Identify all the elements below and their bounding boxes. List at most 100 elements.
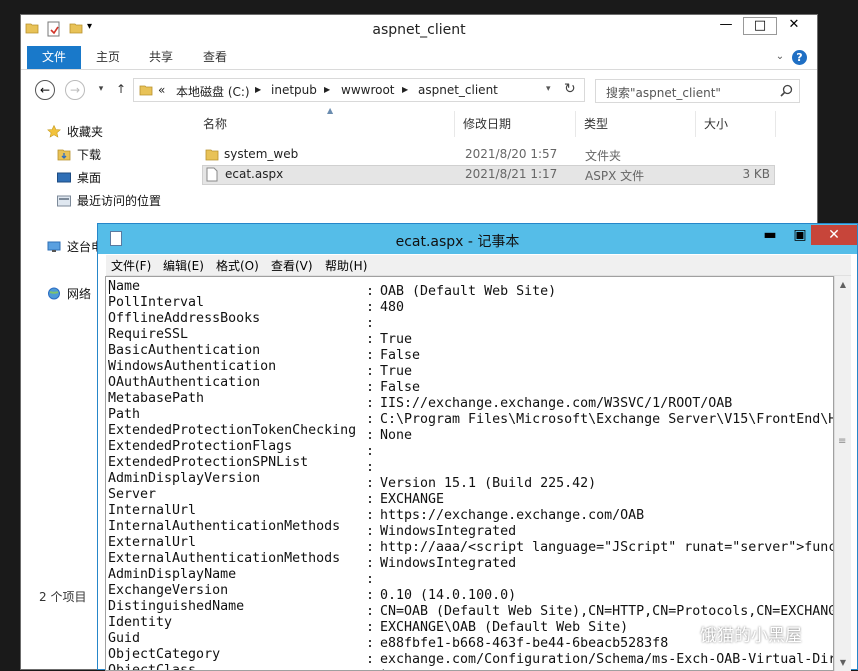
column-header-type[interactable]: 类型 — [576, 111, 696, 137]
menu-help[interactable]: 帮助(H) — [325, 257, 367, 274]
text-line: Name: OAB (Default Web Site) — [108, 279, 833, 299]
vertical-scrollbar[interactable]: ▲ ≡ ▼ — [834, 276, 851, 671]
chevron-right-icon[interactable]: ▶ — [402, 85, 408, 94]
search-icon[interactable] — [780, 84, 793, 100]
tab-file[interactable]: 文件 — [27, 46, 81, 69]
menu-file[interactable]: 文件(F) — [111, 257, 151, 274]
scroll-down-icon[interactable]: ▼ — [835, 654, 851, 671]
nav-item-favorites[interactable]: 收藏夹 — [47, 123, 103, 140]
property-name: InternalUrl — [108, 503, 197, 518]
property-name: Guid — [108, 631, 141, 646]
column-header-date[interactable]: 修改日期 — [455, 111, 576, 137]
breadcrumb-drive[interactable]: 本地磁盘 (C:) — [176, 83, 250, 100]
nav-item-this-pc[interactable]: 这台电 — [47, 238, 103, 255]
chevron-right-icon[interactable]: ▶ — [324, 85, 330, 94]
watermark-text: 饿猫的小黑屋 — [700, 626, 802, 646]
text-line: WindowsAuthentication: True — [108, 359, 833, 379]
help-icon[interactable]: ? — [792, 50, 807, 65]
property-name: ExtendedProtectionFlags — [108, 439, 293, 454]
tab-view[interactable]: 查看 — [194, 46, 236, 69]
back-button[interactable]: ← — [35, 80, 55, 100]
property-name: RequireSSL — [108, 327, 189, 342]
property-name: WindowsAuthentication — [108, 359, 277, 374]
file-list: ▲ 名称 修改日期 类型 大小 system_web 2021/8/20 1:5… — [187, 106, 787, 191]
file-size: 3 KB — [742, 167, 770, 181]
search-box[interactable]: 搜索"aspnet_client" — [595, 79, 800, 103]
property-name: AdminDisplayName — [108, 567, 237, 582]
watermark: 饿猫的小黑屋 — [672, 621, 802, 646]
text-line: AdminDisplayVersion: Version 15.1 (Build … — [108, 471, 833, 491]
maximize-button[interactable]: □ — [743, 17, 777, 35]
property-name: ObjectCategory — [108, 647, 221, 662]
property-name: ExternalAuthenticationMethods — [108, 551, 341, 566]
up-button[interactable]: ↑ — [111, 80, 131, 100]
nav-item-recent-places[interactable]: 最近访问的位置 — [57, 192, 161, 209]
editor-content[interactable]: Name: OAB (Default Web Site) PollInterval:… — [108, 279, 833, 670]
nav-item-downloads[interactable]: 下载 — [57, 146, 101, 163]
property-name: Name — [108, 279, 141, 294]
column-header-name[interactable]: 名称 — [195, 111, 455, 137]
property-name: ExchangeVersion — [108, 583, 229, 598]
notepad-title: ecat.aspx - 记事本 — [395, 234, 520, 250]
breadcrumb-wwwroot[interactable]: wwwroot — [341, 83, 395, 97]
text-line: MetabasePath: IIS://exchange.exchange.com… — [108, 391, 833, 411]
text-line: InternalUrl: https://exchange.exchange.co… — [108, 503, 833, 523]
minimize-button[interactable]: — — [709, 15, 743, 37]
notepad-titlebar[interactable]: ecat.aspx - 记事本 ▬ ▣ ✕ — [98, 224, 857, 254]
file-row[interactable]: system_web 2021/8/20 1:57 文件夹 — [202, 145, 775, 165]
text-line: DistinguishedName: CN=OAB (Default Web Si… — [108, 599, 833, 619]
column-header-size[interactable]: 大小 — [696, 111, 776, 137]
breadcrumb-inetpub[interactable]: inetpub — [271, 83, 317, 97]
navigation-bar: ← → ▾ ↑ « 本地磁盘 (C:) ▶ inetpub ▶ wwwroot … — [21, 75, 817, 105]
property-name: BasicAuthentication — [108, 343, 261, 358]
explorer-titlebar[interactable]: ▾ aspnet_client — □ ✕ — [21, 15, 817, 45]
close-button[interactable]: ✕ — [777, 15, 811, 37]
tab-share[interactable]: 共享 — [140, 46, 182, 69]
text-line: RequireSSL: True — [108, 327, 833, 347]
ribbon-tabs: 文件 主页 共享 查看 ⌄ ? — [21, 46, 817, 70]
maximize-button[interactable]: ▣ — [786, 225, 814, 245]
scroll-up-icon[interactable]: ▲ — [835, 276, 851, 293]
status-bar-item-count: 2 个项目 — [39, 590, 87, 604]
breadcrumb-overflow[interactable]: « — [158, 83, 165, 97]
menu-format[interactable]: 格式(O) — [216, 257, 259, 274]
forward-button[interactable]: → — [65, 80, 85, 100]
minimize-button[interactable]: ▬ — [756, 225, 784, 245]
explorer-title: aspnet_client — [372, 22, 466, 38]
property-value: 480 — [380, 300, 405, 315]
scroll-thumb-grip[interactable]: ≡ — [838, 436, 846, 447]
tab-home[interactable]: 主页 — [87, 46, 129, 69]
text-line: OfflineAddressBooks: — [108, 311, 833, 331]
menu-view[interactable]: 查看(V) — [271, 257, 313, 274]
file-date: 2021/8/21 1:17 — [465, 167, 558, 181]
address-bar[interactable]: « 本地磁盘 (C:) ▶ inetpub ▶ wwwroot ▶ aspnet… — [133, 78, 585, 102]
network-icon — [47, 287, 61, 300]
file-row-selected[interactable]: ecat.aspx 2021/8/21 1:17 ASPX 文件 3 KB — [202, 165, 775, 185]
recent-locations-icon[interactable]: ▾ — [91, 80, 111, 100]
close-button[interactable]: ✕ — [811, 225, 857, 245]
property-value: OAB (Default Web Site) — [380, 284, 557, 299]
text-editor[interactable]: Name: OAB (Default Web Site) PollInterval:… — [105, 276, 834, 671]
refresh-icon[interactable]: ↻ — [564, 81, 576, 97]
nav-label: 收藏夹 — [67, 125, 104, 139]
search-input[interactable]: 搜索"aspnet_client" — [606, 84, 721, 101]
text-line: ExtendedProtectionFlags: — [108, 439, 833, 459]
text-line: ObjectCategory: exchange.com/Configuratio… — [108, 647, 833, 667]
file-date: 2021/8/20 1:57 — [465, 147, 558, 161]
property-name: ExtendedProtectionTokenChecking — [108, 423, 357, 438]
text-line: InternalAuthenticationMethods: WindowsInt… — [108, 519, 833, 539]
menu-edit[interactable]: 编辑(E) — [163, 257, 204, 274]
nav-item-network[interactable]: 网络 — [47, 285, 91, 302]
file-name: system_web — [224, 147, 299, 161]
breadcrumb-aspnet-client[interactable]: aspnet_client — [418, 83, 498, 97]
download-folder-icon — [57, 148, 71, 161]
property-name: ExternalUrl — [108, 535, 197, 550]
property-name: Identity — [108, 615, 173, 630]
folder-icon — [205, 148, 219, 164]
address-folder-icon — [139, 83, 153, 100]
text-line: Path: C:\Program Files\Microsoft\Exchange… — [108, 407, 833, 427]
address-dropdown-icon[interactable]: ▾ — [546, 84, 551, 94]
nav-label: 桌面 — [77, 171, 102, 185]
chevron-right-icon[interactable]: ▶ — [255, 85, 261, 94]
nav-item-desktop[interactable]: 桌面 — [57, 169, 101, 186]
